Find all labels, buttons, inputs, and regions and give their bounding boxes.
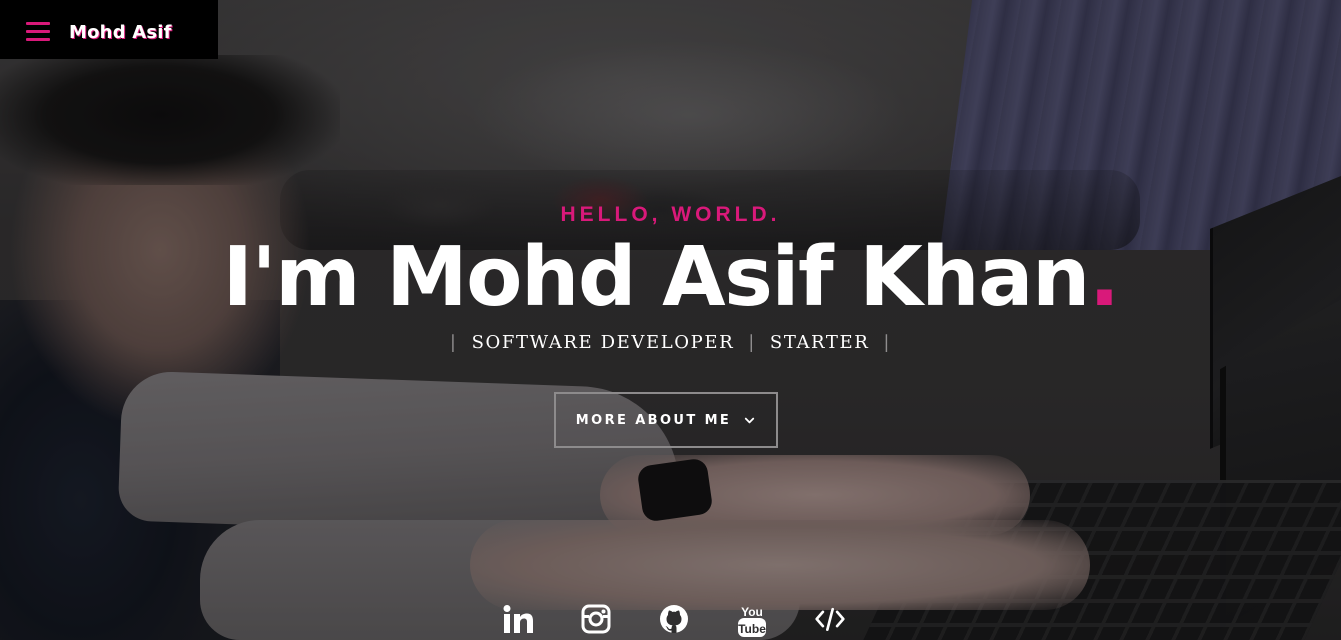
hero-headline: I'm Mohd Asif Khan.: [0, 228, 1341, 328]
svg-text:Tube: Tube: [738, 622, 766, 636]
hero-roles: | SOFTWARE DEVELOPER | STARTER |: [0, 332, 1341, 353]
hero-section: HELLO, WORLD. I'm Mohd Asif Khan. | SOFTW…: [0, 0, 1341, 640]
role-separator: |: [883, 332, 892, 353]
youtube-icon[interactable]: You Tube: [736, 604, 768, 640]
code-icon[interactable]: [814, 604, 846, 640]
role-separator: |: [449, 332, 458, 353]
hero-accent-dot: .: [1088, 230, 1120, 325]
hero-greeting: HELLO, WORLD.: [560, 203, 781, 226]
role-separator: |: [748, 332, 756, 353]
more-about-me-label: MORE ABOUT ME: [575, 412, 732, 428]
hero-name: I'm Mohd Asif Khan: [222, 230, 1090, 325]
chevron-down-icon: [745, 417, 755, 423]
social-links: You Tube: [0, 604, 1341, 640]
svg-text:You: You: [741, 605, 763, 619]
more-about-me-button[interactable]: MORE ABOUT ME: [554, 392, 778, 448]
instagram-icon[interactable]: [580, 604, 612, 640]
role-item: STARTER: [769, 332, 870, 353]
linkedin-icon[interactable]: [502, 604, 534, 640]
github-icon[interactable]: [658, 604, 690, 640]
role-item: SOFTWARE DEVELOPER: [471, 332, 735, 353]
